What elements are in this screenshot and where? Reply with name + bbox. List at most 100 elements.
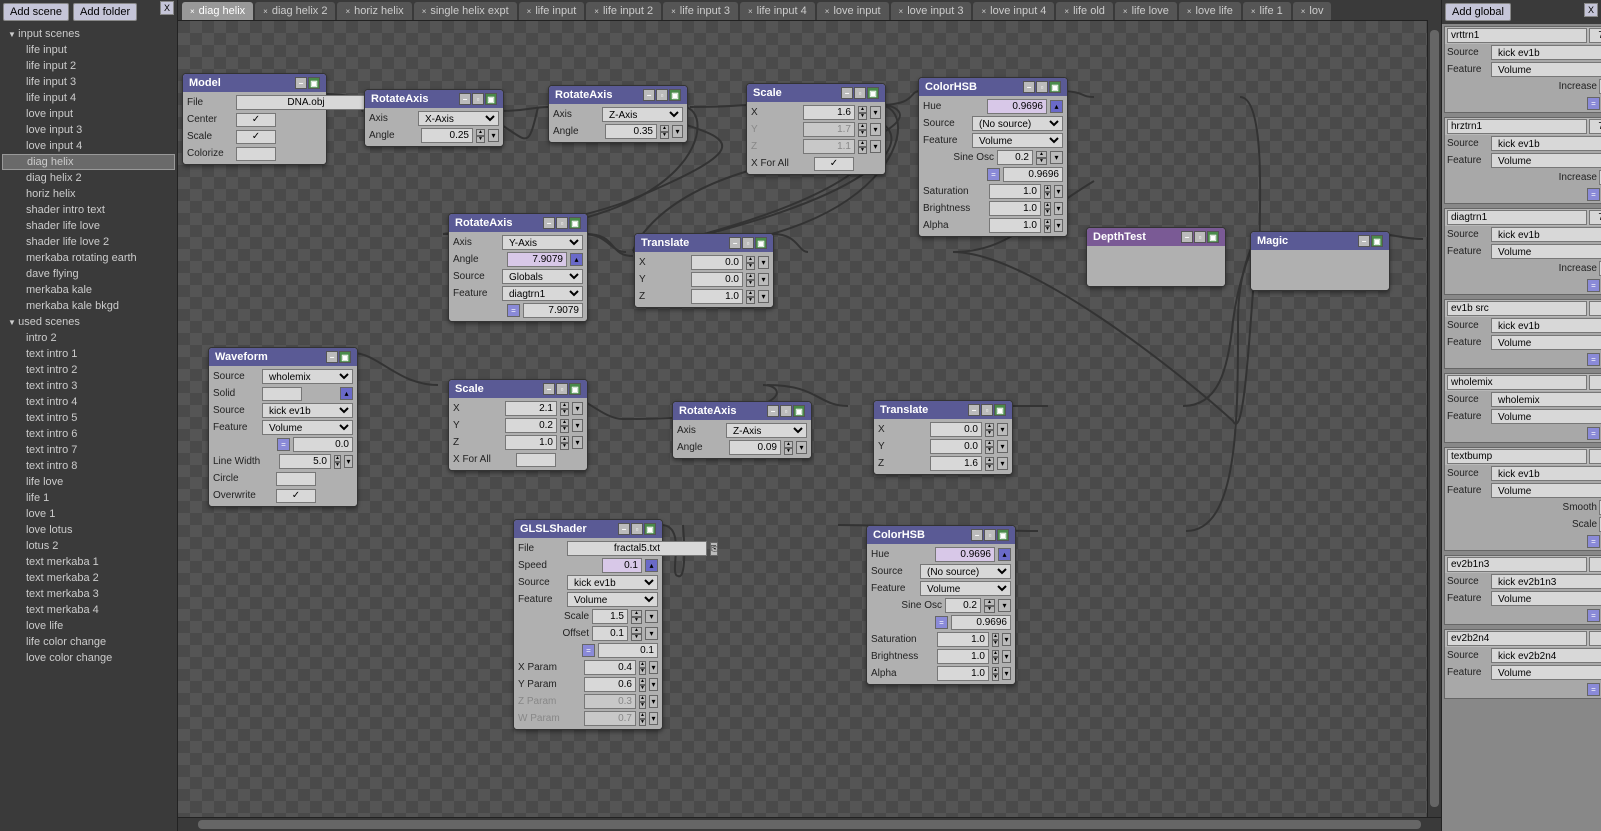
brightness-field[interactable] <box>937 649 989 664</box>
axis-select[interactable]: Z-Axis <box>726 423 807 438</box>
tree-item[interactable]: merkaba kale bkgd <box>0 298 177 314</box>
scene-tree[interactable]: input sceneslife inputlife input 2life i… <box>0 24 177 831</box>
tree-item[interactable]: diag helix <box>2 154 175 170</box>
eq-icon[interactable]: = <box>1587 427 1600 440</box>
x-field[interactable] <box>505 401 557 416</box>
link-icon[interactable]: ▾ <box>1054 219 1063 232</box>
node-waveform[interactable]: Waveform−▣ Sourcewholemix Solid▴ Sourcek… <box>208 347 358 507</box>
expand-icon[interactable]: ▣ <box>997 529 1009 541</box>
global-item[interactable]: ▴ ⋮ Sourcekick ev1b FeatureVolumeIncreas… <box>1444 208 1601 295</box>
link-icon[interactable]: ▾ <box>572 436 583 449</box>
scale-field[interactable] <box>592 609 628 624</box>
min-icon[interactable]: − <box>1358 235 1370 247</box>
tree-item[interactable]: text intro 3 <box>0 378 177 394</box>
tab[interactable]: ×love input <box>817 2 889 20</box>
global-value-field[interactable] <box>1589 301 1601 316</box>
link-icon[interactable]: ▾ <box>758 256 769 269</box>
tree-item[interactable]: dave flying <box>0 266 177 282</box>
link-icon[interactable]: ▾ <box>649 695 658 708</box>
dup-icon[interactable]: ▫ <box>472 93 484 105</box>
tab-close-icon[interactable]: × <box>671 7 676 16</box>
global-name-field[interactable] <box>1447 28 1587 43</box>
min-icon[interactable]: − <box>841 87 853 99</box>
node-depthtest[interactable]: DepthTest−▫▣ <box>1086 227 1226 287</box>
link-icon[interactable]: ▾ <box>1002 667 1011 680</box>
linewidth-field[interactable] <box>279 454 331 469</box>
tab-close-icon[interactable]: × <box>1123 7 1128 16</box>
saturation-field[interactable] <box>937 632 989 647</box>
global-item[interactable]: ▴ ⋮ Sourcewholemix FeatureVolume= <box>1444 373 1601 443</box>
circle-checkbox[interactable] <box>276 472 316 486</box>
dup-icon[interactable]: ▫ <box>656 89 668 101</box>
source-select[interactable]: kick ev1b <box>1491 227 1601 242</box>
source2-select[interactable]: kick ev1b <box>262 403 353 418</box>
global-name-field[interactable] <box>1447 631 1587 646</box>
z-field[interactable] <box>691 289 743 304</box>
tab-close-icon[interactable]: × <box>190 7 195 16</box>
tab[interactable]: ×life love <box>1115 2 1177 20</box>
feature-select[interactable]: diagtrn1 <box>502 286 583 301</box>
angle-field[interactable] <box>421 128 473 143</box>
sidebar-close-icon[interactable]: X <box>160 1 174 15</box>
node-glslshader[interactable]: GLSLShader−▫▣ File⎘ Speed▴ Sourcekick ev… <box>513 519 663 730</box>
tree-item[interactable]: text intro 2 <box>0 362 177 378</box>
alpha-field[interactable] <box>937 666 989 681</box>
eq-icon[interactable]: = <box>582 644 595 657</box>
link-icon[interactable]: ▾ <box>1054 202 1063 215</box>
global-value-field[interactable] <box>1589 449 1601 464</box>
feature-select[interactable]: Volume <box>1491 665 1601 680</box>
source-select[interactable]: kick ev2b1n3 <box>1491 574 1601 589</box>
sub-field[interactable] <box>951 615 1011 630</box>
tab-close-icon[interactable]: × <box>527 7 532 16</box>
min-icon[interactable]: − <box>543 217 555 229</box>
tree-item[interactable]: love input <box>0 106 177 122</box>
link-icon[interactable]: ▾ <box>645 627 658 640</box>
tree-item[interactable]: diag helix 2 <box>0 170 177 186</box>
z-field[interactable] <box>930 456 982 471</box>
tab[interactable]: ×life input 2 <box>586 2 661 20</box>
node-rotateaxis-3[interactable]: RotateAxis−▫▣ AxisY-Axis Angle▴ SourceGl… <box>448 213 588 322</box>
eq-icon[interactable]: = <box>277 438 290 451</box>
tab-close-icon[interactable]: × <box>1187 7 1192 16</box>
node-rotateaxis-1[interactable]: RotateAxis−▫▣ AxisX-Axis Angle▲▼▾ <box>364 89 504 147</box>
source-select[interactable]: kick ev1b <box>1491 45 1601 60</box>
sub-field[interactable] <box>523 303 583 318</box>
source-select[interactable]: (No source) <box>920 564 1011 579</box>
tree-item[interactable]: love input 4 <box>0 138 177 154</box>
sub-field[interactable] <box>598 643 658 658</box>
global-item[interactable]: ▴ ⋮ Sourcekick ev1b FeatureVolume= <box>1444 299 1601 369</box>
x-field[interactable] <box>691 255 743 270</box>
link-icon[interactable]: ▾ <box>649 712 658 725</box>
tree-item[interactable]: love life <box>0 618 177 634</box>
global-value-field[interactable] <box>1589 375 1601 390</box>
tree-item[interactable]: love input 3 <box>0 122 177 138</box>
link-icon[interactable]: ▾ <box>998 599 1011 612</box>
feature-select[interactable]: Volume <box>972 133 1063 148</box>
link-icon[interactable]: ▾ <box>649 678 658 691</box>
node-scale-1[interactable]: Scale−▫▣ X▲▼▾ Y▲▼▾ Z▲▼▾ X For All <box>746 83 886 175</box>
y-field[interactable] <box>505 418 557 433</box>
tab[interactable]: ×diag helix <box>182 2 253 20</box>
dup-icon[interactable]: ▫ <box>984 529 996 541</box>
tree-item[interactable]: text intro 8 <box>0 458 177 474</box>
tree-item[interactable]: horiz helix <box>0 186 177 202</box>
axis-select[interactable]: X-Axis <box>418 111 499 126</box>
dup-icon[interactable]: ▫ <box>780 405 792 417</box>
tree-item[interactable]: life 1 <box>0 490 177 506</box>
dup-icon[interactable]: ▫ <box>1036 81 1048 93</box>
expand-icon[interactable]: ▣ <box>755 237 767 249</box>
feature-select[interactable]: Volume <box>920 581 1011 596</box>
tab-close-icon[interactable]: × <box>899 7 904 16</box>
horizontal-scrollbar[interactable] <box>178 817 1441 831</box>
source-select[interactable]: wholemix <box>262 369 353 384</box>
tree-item[interactable]: life input 3 <box>0 74 177 90</box>
node-canvas[interactable]: Model−▣ File⎘ Center Scale Colorize Rota… <box>178 21 1441 817</box>
global-name-field[interactable] <box>1447 449 1587 464</box>
tree-item[interactable]: text intro 4 <box>0 394 177 410</box>
brightness-field[interactable] <box>989 201 1041 216</box>
link-icon[interactable]: ▾ <box>870 123 881 136</box>
tab[interactable]: ×love input 4 <box>973 2 1054 20</box>
link-icon[interactable]: ▾ <box>645 610 658 623</box>
global-name-field[interactable] <box>1447 557 1587 572</box>
feature-select[interactable]: Volume <box>1491 244 1601 259</box>
